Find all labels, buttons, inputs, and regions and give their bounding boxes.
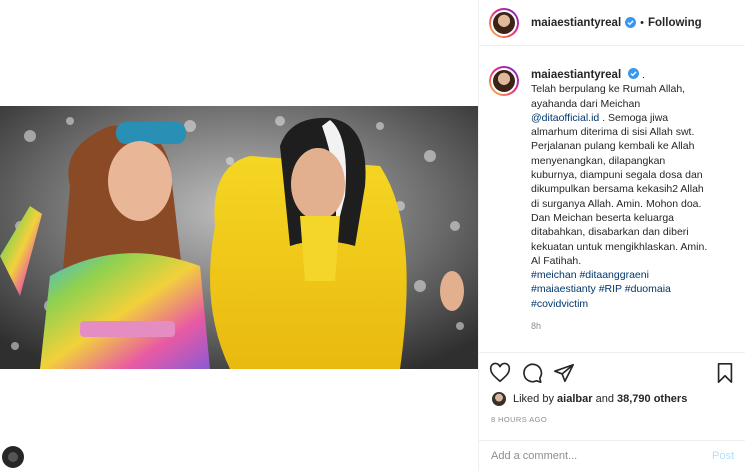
verified-badge-icon bbox=[628, 68, 640, 79]
caption-line: kekuatan untuk mengikhlaskan. Amin. bbox=[531, 240, 708, 253]
caption-line: Telah berpulang ke Rumah Allah, bbox=[531, 83, 686, 96]
post-media bbox=[0, 0, 478, 471]
header-username[interactable]: maiaestiantyreal bbox=[531, 17, 621, 29]
caption-line: menyenangkan, dilapangkan bbox=[531, 154, 666, 167]
comment-box: Post bbox=[479, 440, 745, 471]
caption-line: Al Fatihah. bbox=[531, 254, 582, 267]
caption-hashtags[interactable]: #meichan #ditaanggraeni bbox=[531, 268, 739, 282]
bookmark-icon[interactable] bbox=[714, 362, 736, 384]
caption-line: ditabahkan, disabarkan dan diberi bbox=[531, 226, 689, 239]
caption-line: Perjalanan pulang kembali ke Allah bbox=[531, 140, 695, 153]
caption-line: @ditaofficial.id . Semoga jiwa bbox=[531, 111, 669, 124]
likes-count[interactable]: 38,790 others bbox=[617, 393, 687, 405]
media-corner-avatar[interactable] bbox=[2, 446, 24, 468]
post-comment-button[interactable]: Post bbox=[712, 450, 734, 462]
comment-icon[interactable] bbox=[521, 362, 543, 384]
caption-time-ago: 8h bbox=[531, 321, 542, 332]
caption-line: Dan Meichan beserta keluarga bbox=[531, 211, 675, 224]
header-dot-separator: • bbox=[640, 16, 644, 29]
following-button[interactable]: Following bbox=[648, 17, 702, 29]
post-photo[interactable] bbox=[0, 106, 478, 369]
caption-username[interactable]: maiaestiantyreal bbox=[531, 69, 621, 81]
likes-and: and bbox=[595, 393, 614, 405]
liker-avatar[interactable] bbox=[491, 391, 507, 407]
post-actions-bar bbox=[479, 352, 745, 392]
caption-hashtags[interactable]: #covidvictim bbox=[531, 297, 739, 311]
caption-line: dikumpulkan bersama kekasih2 Allah bbox=[531, 183, 704, 196]
caption-line: ayahanda dari Meichan bbox=[531, 97, 641, 110]
caption-hashtags[interactable]: #maiaestianty #RIP #duomaia bbox=[531, 282, 739, 296]
likes-prefix: Liked by bbox=[513, 393, 554, 405]
post-caption: maiaestiantyreal . Telah berpulang ke Ru… bbox=[489, 66, 739, 333]
header-avatar[interactable] bbox=[489, 7, 519, 38]
comment-input[interactable] bbox=[491, 450, 712, 462]
caption-avatar[interactable] bbox=[489, 66, 519, 96]
post-side-panel: maiaestiantyreal • Following maiaestiant… bbox=[478, 0, 745, 471]
likes-summary: Liked by aialbar and 38,790 others bbox=[491, 391, 687, 407]
caption-mention-link[interactable]: @ditaofficial.id bbox=[531, 112, 599, 124]
caption-body: maiaestiantyreal . Telah berpulang ke Ru… bbox=[531, 66, 739, 333]
photo-image bbox=[0, 106, 478, 369]
heart-icon[interactable] bbox=[489, 362, 511, 384]
caption-line: di surganya Allah. Amin. Mohon doa. bbox=[531, 197, 702, 210]
verified-badge-icon bbox=[625, 17, 637, 28]
post-timestamp[interactable]: 8 HOURS AGO bbox=[491, 415, 547, 424]
caption-dot: . bbox=[641, 69, 645, 81]
caption-line: kuburnya, diampuni segala dosa dan bbox=[531, 169, 703, 182]
caption-line: almarhum diterima di sisi Allah swt. bbox=[531, 126, 695, 139]
share-icon[interactable] bbox=[553, 362, 575, 384]
liker-username[interactable]: aialbar bbox=[557, 393, 592, 405]
post-header: maiaestiantyreal • Following bbox=[479, 0, 745, 46]
